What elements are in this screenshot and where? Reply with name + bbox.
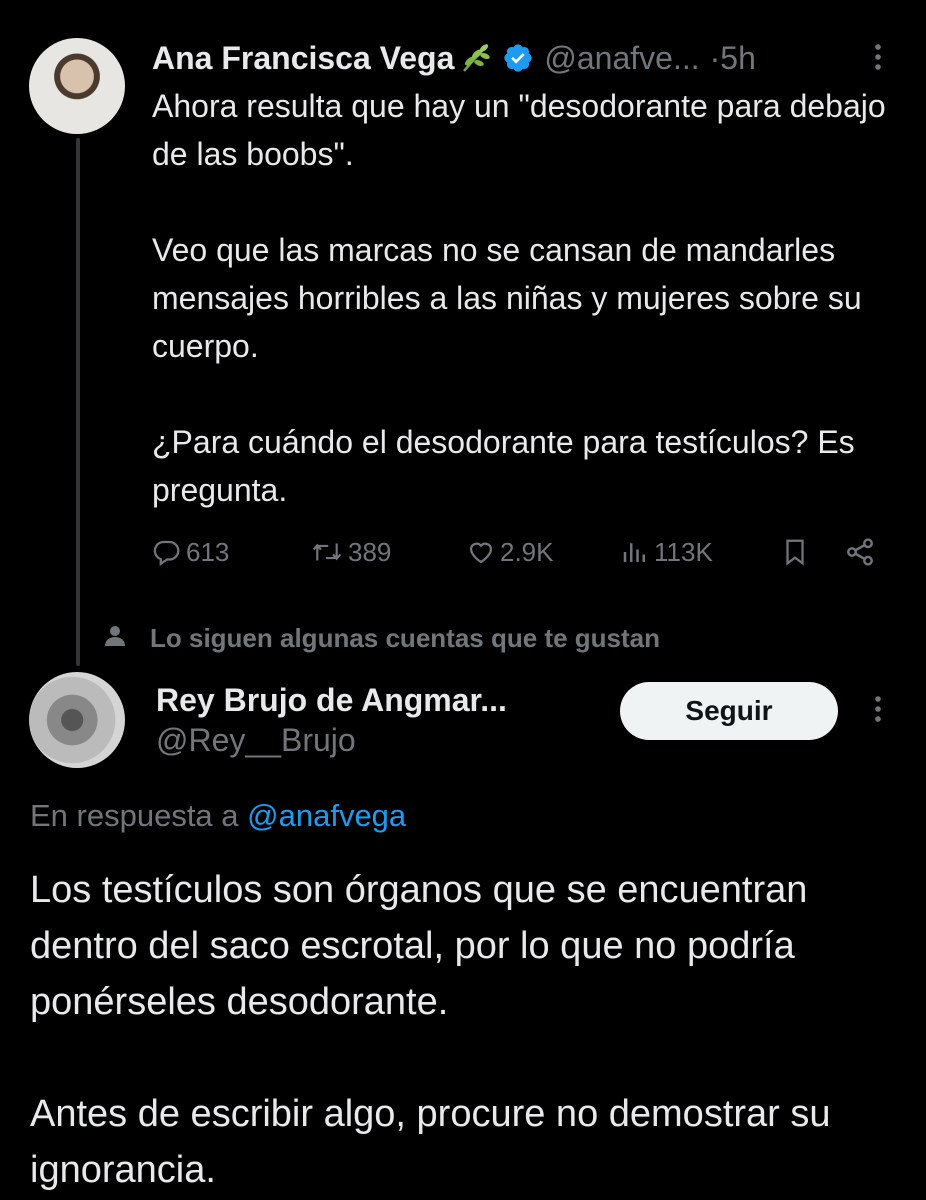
tweet-header: Ana Francisca Vega @anafve... · 5h	[152, 38, 756, 78]
leaf-icon	[460, 41, 494, 75]
author-handle[interactable]: @anafve...	[544, 40, 699, 77]
share-icon	[844, 536, 876, 568]
more-icon[interactable]	[866, 694, 890, 729]
timeline: Ana Francisca Vega @anafve... · 5h Ahora…	[0, 0, 926, 1200]
thread-line	[76, 138, 80, 666]
views-icon	[620, 537, 650, 567]
author-avatar[interactable]	[29, 672, 125, 768]
retweet-count: 389	[348, 536, 392, 567]
like-count: 2.9K	[500, 536, 554, 567]
reply-icon	[152, 537, 182, 567]
reply-mention-link[interactable]: @anafvega	[247, 798, 406, 833]
retweet-button[interactable]: 389	[310, 528, 391, 576]
bookmark-icon	[780, 537, 810, 567]
tweet-paragraph: Ahora resulta que hay un "desodorante pa…	[152, 88, 886, 172]
person-icon	[104, 624, 126, 653]
tweet-paragraph: Antes de escribir algo, procure no demos…	[30, 1093, 831, 1191]
views-button[interactable]: 113K	[620, 528, 713, 576]
tweet-paragraph: Veo que las marcas no se cansan de manda…	[152, 232, 862, 364]
author-handle[interactable]: @Rey__Brujo	[156, 722, 356, 759]
follow-button[interactable]: Seguir	[620, 682, 838, 740]
reply-context: En respuesta a @anafvega	[30, 798, 406, 834]
tweet-actions: 613 389 2.9K 113K	[152, 528, 892, 576]
like-button[interactable]: 2.9K	[466, 528, 554, 576]
tweet-text: Ahora resulta que hay un "desodorante pa…	[152, 82, 892, 514]
retweet-icon	[310, 537, 344, 567]
tweet-timestamp[interactable]: 5h	[720, 40, 756, 77]
heart-icon	[466, 537, 496, 567]
reply-count: 613	[186, 536, 230, 567]
reply-prefix: En respuesta a	[30, 798, 248, 833]
author-avatar[interactable]	[29, 38, 125, 134]
separator-dot: ·	[709, 39, 721, 76]
more-icon[interactable]	[866, 42, 890, 77]
tweet-paragraph: Los testículos son órganos que se encuen…	[30, 869, 808, 1023]
share-button[interactable]	[844, 528, 876, 576]
author-name[interactable]: Rey Brujo de Angmar...	[156, 682, 507, 719]
social-context-text: Lo siguen algunas cuentas que te gustan	[150, 622, 660, 653]
bookmark-button[interactable]	[780, 528, 810, 576]
tweet-paragraph: ¿Para cuándo el desodorante para testícu…	[152, 424, 855, 508]
author-name[interactable]: Ana Francisca Vega	[152, 40, 454, 77]
social-context: Lo siguen algunas cuentas que te gustan	[104, 618, 660, 658]
views-count: 113K	[654, 536, 713, 567]
tweet-text: Los testículos son órganos que se encuen…	[30, 862, 910, 1198]
reply-button[interactable]: 613	[152, 528, 229, 576]
verified-icon	[502, 42, 534, 74]
